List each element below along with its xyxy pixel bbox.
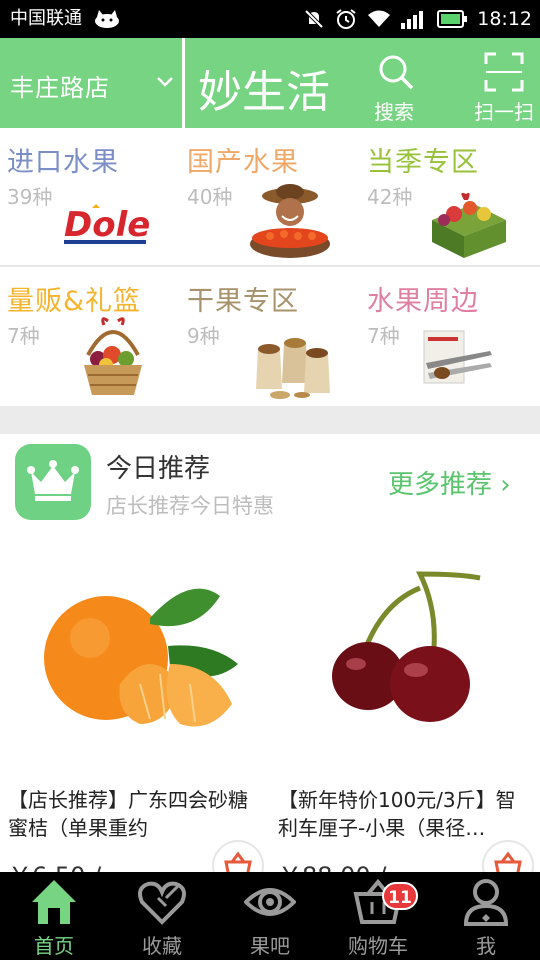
category-bulk-gift-basket[interactable]: 量贩&礼篮 7种 xyxy=(0,267,180,404)
category-grid: 进口水果 39种 Dole 国产水果 40种 当季专区 42种 量贩&礼篮 7种… xyxy=(0,128,540,404)
nav-fruit-bar[interactable]: 果吧 xyxy=(216,872,324,960)
farmer-basket-icon xyxy=(250,184,330,258)
dried-fruit-bags-icon xyxy=(256,338,330,399)
category-count: 7种 xyxy=(367,324,400,348)
search-icon xyxy=(379,55,414,90)
product-card[interactable]: 【店长推荐】广东四会砂糖蜜桔（单果重约 ￥6.50 / xyxy=(0,534,270,874)
category-count: 40种 xyxy=(187,185,233,209)
recommend-subtitle: 店长推荐今日特惠 xyxy=(106,494,274,518)
category-count: 7种 xyxy=(7,324,40,348)
heart-icon xyxy=(138,881,186,925)
notification-cat-icon xyxy=(95,10,119,28)
category-title: 进口水果 xyxy=(7,147,119,178)
home-icon xyxy=(32,880,76,924)
category-count: 39种 xyxy=(7,185,53,209)
category-seasonal[interactable]: 当季专区 42种 xyxy=(360,128,540,265)
scan-label: 扫一扫 xyxy=(474,100,534,124)
status-bar: 中国联通 18:12 xyxy=(0,0,540,38)
wifi-icon xyxy=(368,10,391,27)
more-recommend-link[interactable]: 更多推荐 › xyxy=(388,464,511,501)
product-name: 【店长推荐】广东四会砂糖蜜桔（单果重约 xyxy=(8,788,248,840)
crown-badge xyxy=(15,444,91,520)
category-title: 水果周边 xyxy=(367,286,479,317)
nav-favorites[interactable]: 收藏 xyxy=(108,872,216,960)
alarm-icon xyxy=(336,9,356,29)
nav-label: 首页 xyxy=(34,934,74,958)
nav-label: 果吧 xyxy=(250,934,290,958)
fruit-basket-icon xyxy=(84,317,142,395)
category-title: 当季专区 xyxy=(367,147,479,178)
nut-cracker-icon xyxy=(423,330,492,384)
add-to-cart-button[interactable] xyxy=(482,840,534,874)
clock: 18:12 xyxy=(477,8,532,30)
battery-icon xyxy=(437,10,468,28)
store-name: 丰庄路店 xyxy=(10,74,110,102)
cart-badge: 11 xyxy=(382,882,418,910)
search-button[interactable]: 搜索 xyxy=(368,52,428,126)
category-fruit-accessories[interactable]: 水果周边 7种 xyxy=(360,267,540,404)
nav-me[interactable]: 我 xyxy=(432,872,540,960)
product-card[interactable]: 【新年特价100元/3斤】智利车厘子-小果（果径… ￥88.00 / xyxy=(270,534,540,874)
product-name: 【新年特价100元/3斤】智利车厘子-小果（果径… xyxy=(278,788,516,840)
category-count: 9种 xyxy=(187,324,220,348)
store-selector[interactable]: 丰庄路店 xyxy=(0,38,182,128)
category-imported-fruit[interactable]: 进口水果 39种 Dole xyxy=(0,128,180,265)
eye-icon xyxy=(244,888,296,916)
nav-home[interactable]: 首页 xyxy=(0,872,108,960)
chevron-down-icon xyxy=(157,77,173,87)
nav-cart[interactable]: 11 购物车 xyxy=(324,872,432,960)
nav-label: 我 xyxy=(476,934,496,958)
search-label: 搜索 xyxy=(374,100,414,124)
carrier-label: 中国联通 xyxy=(10,8,82,29)
category-title: 国产水果 xyxy=(187,147,299,178)
category-title: 干果专区 xyxy=(187,286,299,317)
gift-box-icon xyxy=(432,192,506,258)
nav-label: 购物车 xyxy=(348,934,408,958)
section-gap xyxy=(0,406,540,434)
category-count: 42种 xyxy=(367,185,413,209)
add-to-cart-button[interactable] xyxy=(212,840,264,874)
nav-label: 收藏 xyxy=(142,934,182,958)
mute-icon xyxy=(304,9,324,29)
signal-icon xyxy=(401,11,424,29)
app-header: 丰庄路店 妙生活 搜索 扫一扫 xyxy=(0,38,540,128)
bottom-navigation: 首页 收藏 果吧 11 购物车 我 xyxy=(0,872,540,960)
person-icon xyxy=(463,879,509,926)
recommend-header: 今日推荐 店长推荐今日特惠 更多推荐 › xyxy=(0,434,540,534)
dole-logo-icon: Dole xyxy=(64,204,150,245)
cherries-icon xyxy=(332,571,481,722)
crown-icon xyxy=(27,460,79,501)
category-domestic-fruit[interactable]: 国产水果 40种 xyxy=(180,128,360,265)
recommend-title: 今日推荐 xyxy=(106,454,211,484)
cart-add-icon xyxy=(224,851,252,874)
mandarin-orange-icon xyxy=(44,588,238,727)
category-title: 量贩&礼篮 xyxy=(7,286,142,317)
header-divider xyxy=(182,38,185,128)
cart-add-icon xyxy=(494,851,522,874)
scan-icon xyxy=(484,52,524,92)
category-dried-fruit[interactable]: 干果专区 9种 xyxy=(180,267,360,404)
svg-text:Dole: Dole xyxy=(64,205,150,245)
brand-title: 妙生活 xyxy=(198,67,330,118)
scan-button[interactable]: 扫一扫 xyxy=(470,52,534,126)
